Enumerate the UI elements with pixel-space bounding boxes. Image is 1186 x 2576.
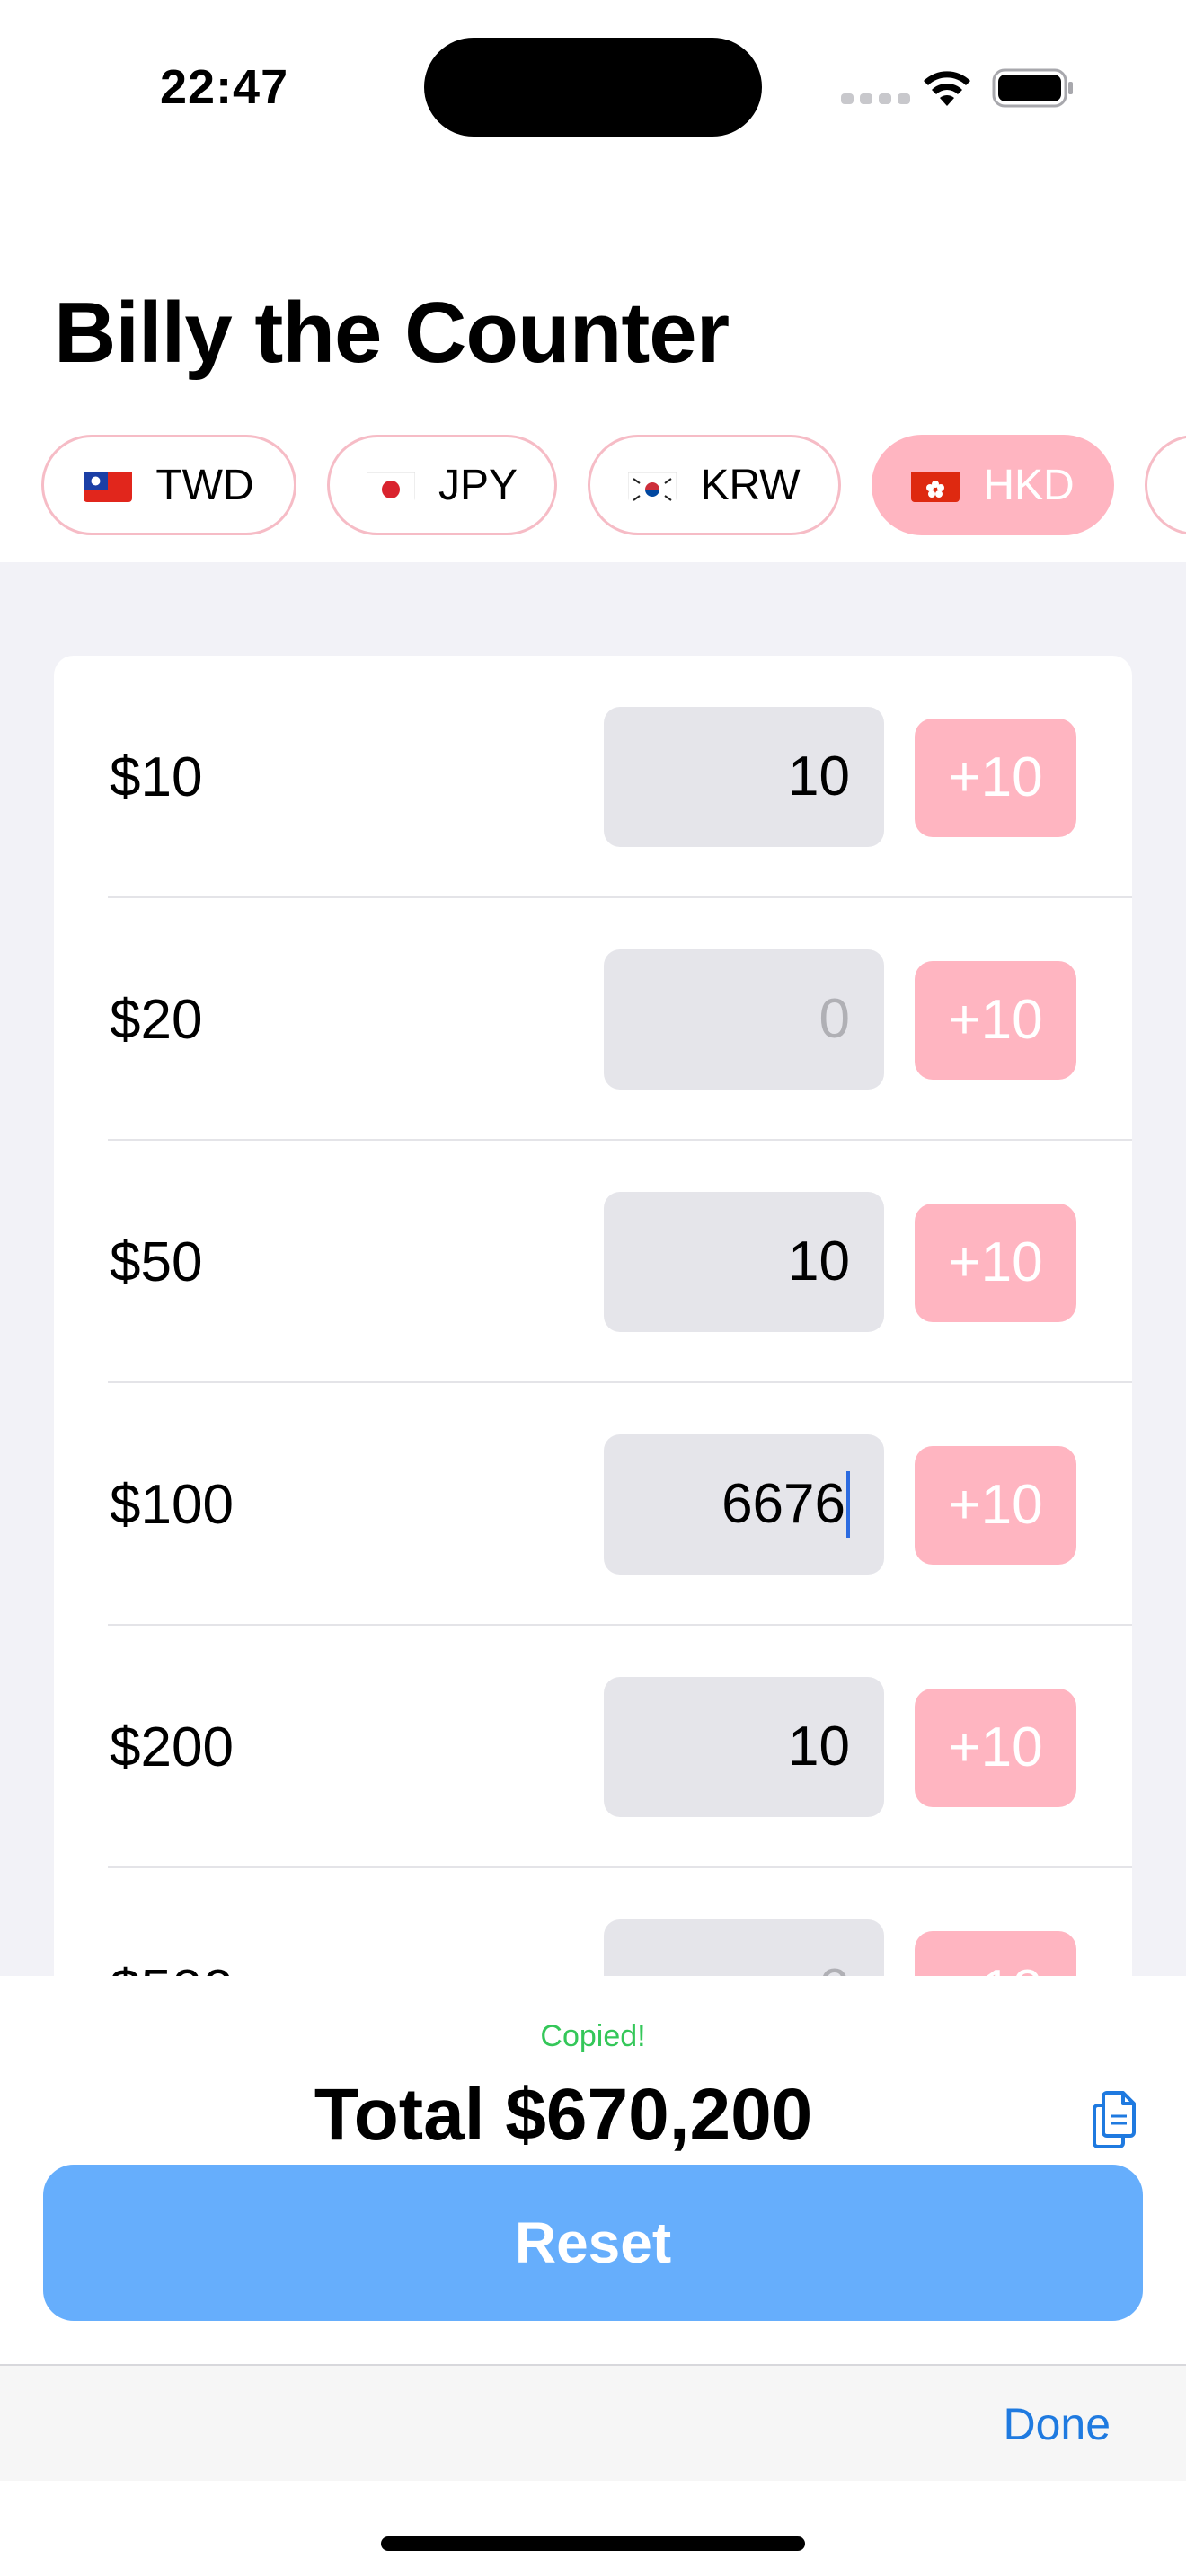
dynamic-island (424, 38, 762, 137)
denomination-card: $10 10 +10 $20 0 +10 $50 10 +10 $100 667… (54, 656, 1132, 1976)
page-title: Billy the Counter (54, 285, 730, 381)
flag-hong-kong-icon (911, 468, 960, 502)
total-amount: Total $670,200 (314, 2074, 813, 2156)
denomination-label: $20 (110, 989, 203, 1051)
copy-icon[interactable] (1089, 2089, 1139, 2150)
plus-ten-button[interactable]: +10 (915, 1446, 1076, 1565)
status-time: 22:47 (160, 60, 289, 114)
count-value: 10 (788, 1231, 850, 1292)
battery-icon (992, 68, 1073, 108)
wifi-icon (924, 71, 970, 106)
denomination-label: $50 (110, 1231, 203, 1293)
cellular-signal-icon (841, 93, 910, 104)
denomination-label: $500 (110, 1958, 234, 1976)
keyboard-toolbar: Done (0, 2364, 1186, 2481)
text-cursor (846, 1470, 850, 1538)
list-item: $50 10 +10 (54, 1141, 1132, 1383)
flag-taiwan-icon (84, 468, 133, 502)
list-item: $500 0 +10 (54, 1868, 1132, 1976)
copied-toast: Copied! (540, 2019, 646, 2053)
flag-japan-icon (366, 468, 415, 502)
chip-label: KRW (700, 461, 801, 509)
denomination-label: $100 (110, 1474, 234, 1536)
count-input-focused[interactable]: 6676 (604, 1434, 884, 1575)
count-value: 6676 (721, 1473, 845, 1535)
plus-ten-button[interactable]: +10 (915, 1931, 1076, 1976)
flag-korea-icon (628, 468, 677, 502)
list-item: $20 0 +10 (54, 898, 1132, 1141)
plus-ten-button[interactable]: +10 (915, 1689, 1076, 1807)
count-input[interactable]: 10 (604, 1192, 884, 1332)
list-item: $100 6676 +10 (54, 1383, 1132, 1626)
chip-label: TWD (155, 461, 254, 509)
list-item: $10 10 +10 (54, 656, 1132, 898)
count-input[interactable]: 0 (604, 1919, 884, 1976)
count-value: 10 (788, 1716, 850, 1778)
plus-ten-button[interactable]: +10 (915, 1204, 1076, 1322)
status-bar: 22:47 (0, 0, 1186, 171)
done-button[interactable]: Done (1003, 2398, 1111, 2450)
list-item: $200 10 +10 (54, 1626, 1132, 1868)
chip-label: JPY (438, 461, 518, 509)
summary-panel: Copied! Total $670,200 Reset (0, 1976, 1186, 2366)
count-input[interactable]: 0 (604, 949, 884, 1090)
chip-krw[interactable]: KRW (588, 435, 841, 535)
plus-ten-button[interactable]: +10 (915, 719, 1076, 837)
home-indicator[interactable] (381, 2536, 805, 2551)
chip-jpy[interactable]: JPY (327, 435, 557, 535)
denomination-label: $10 (110, 746, 203, 808)
count-input[interactable]: 10 (604, 707, 884, 847)
chip-hkd[interactable]: HKD (872, 435, 1114, 535)
currency-selector: TWD JPY KRW HKD (0, 435, 1186, 539)
chip-more[interactable] (1145, 435, 1186, 535)
chip-label: HKD (983, 461, 1075, 509)
reset-button[interactable]: Reset (43, 2165, 1143, 2321)
count-placeholder: 0 (819, 1958, 850, 1976)
count-placeholder: 0 (819, 988, 850, 1050)
chip-twd[interactable]: TWD (41, 435, 296, 535)
denomination-label: $200 (110, 1716, 234, 1778)
count-value: 10 (788, 745, 850, 807)
denomination-list[interactable]: $10 10 +10 $20 0 +10 $50 10 +10 $100 667… (0, 562, 1186, 1976)
count-input[interactable]: 10 (604, 1677, 884, 1817)
plus-ten-button[interactable]: +10 (915, 961, 1076, 1080)
